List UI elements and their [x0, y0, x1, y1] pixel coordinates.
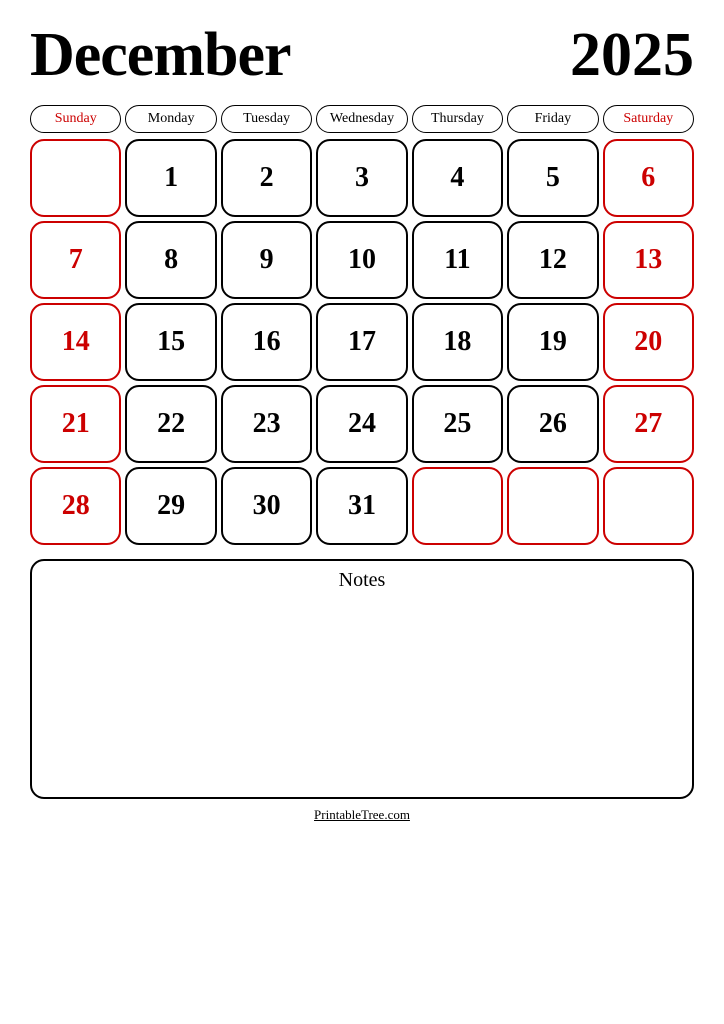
- day-cell-10[interactable]: 10: [316, 221, 407, 299]
- weekday-sunday: Sunday: [30, 105, 121, 133]
- days-grid: 1234567891011121314151617181920212223242…: [30, 139, 694, 545]
- day-cell-7[interactable]: 7: [30, 221, 121, 299]
- calendar-header: December 2025: [30, 20, 694, 91]
- day-cell-8[interactable]: 8: [125, 221, 216, 299]
- day-cell-29[interactable]: 29: [125, 467, 216, 545]
- weekday-monday: Monday: [125, 105, 216, 133]
- weekday-saturday: Saturday: [603, 105, 694, 133]
- day-cell-31[interactable]: 31: [316, 467, 407, 545]
- day-cell-22[interactable]: 22: [125, 385, 216, 463]
- day-cell-11[interactable]: 11: [412, 221, 503, 299]
- day-cell-26[interactable]: 26: [507, 385, 598, 463]
- day-cell-14[interactable]: 14: [30, 303, 121, 381]
- day-cell-30[interactable]: 30: [221, 467, 312, 545]
- day-cell-4[interactable]: 4: [412, 139, 503, 217]
- day-cell-9[interactable]: 9: [221, 221, 312, 299]
- day-cell-2[interactable]: 2: [221, 139, 312, 217]
- day-cell-3[interactable]: 3: [316, 139, 407, 217]
- calendar-container: SundayMondayTuesdayWednesdayThursdayFrid…: [30, 105, 694, 545]
- notes-section: Notes: [30, 559, 694, 799]
- footer-website: PrintableTree.com: [314, 807, 410, 823]
- weekday-tuesday: Tuesday: [221, 105, 312, 133]
- day-cell-25[interactable]: 25: [412, 385, 503, 463]
- day-cell-17[interactable]: 17: [316, 303, 407, 381]
- day-cell-empty-4-6: [603, 467, 694, 545]
- day-cell-13[interactable]: 13: [603, 221, 694, 299]
- day-cell-23[interactable]: 23: [221, 385, 312, 463]
- day-cell-empty-4-4: [412, 467, 503, 545]
- day-cell-12[interactable]: 12: [507, 221, 598, 299]
- day-cell-19[interactable]: 19: [507, 303, 598, 381]
- day-cell-empty-0-0: [30, 139, 121, 217]
- day-cell-21[interactable]: 21: [30, 385, 121, 463]
- day-cell-28[interactable]: 28: [30, 467, 121, 545]
- day-cell-1[interactable]: 1: [125, 139, 216, 217]
- weekday-friday: Friday: [507, 105, 598, 133]
- day-cell-24[interactable]: 24: [316, 385, 407, 463]
- day-cell-27[interactable]: 27: [603, 385, 694, 463]
- day-cell-empty-4-5: [507, 467, 598, 545]
- day-cell-16[interactable]: 16: [221, 303, 312, 381]
- weekday-thursday: Thursday: [412, 105, 503, 133]
- day-cell-5[interactable]: 5: [507, 139, 598, 217]
- notes-title: Notes: [42, 569, 682, 592]
- month-title: December: [30, 20, 291, 91]
- day-cell-20[interactable]: 20: [603, 303, 694, 381]
- weekdays-row: SundayMondayTuesdayWednesdayThursdayFrid…: [30, 105, 694, 133]
- year-title: 2025: [570, 20, 694, 91]
- weekday-wednesday: Wednesday: [316, 105, 407, 133]
- day-cell-18[interactable]: 18: [412, 303, 503, 381]
- notes-textarea[interactable]: [42, 598, 682, 784]
- day-cell-15[interactable]: 15: [125, 303, 216, 381]
- day-cell-6[interactable]: 6: [603, 139, 694, 217]
